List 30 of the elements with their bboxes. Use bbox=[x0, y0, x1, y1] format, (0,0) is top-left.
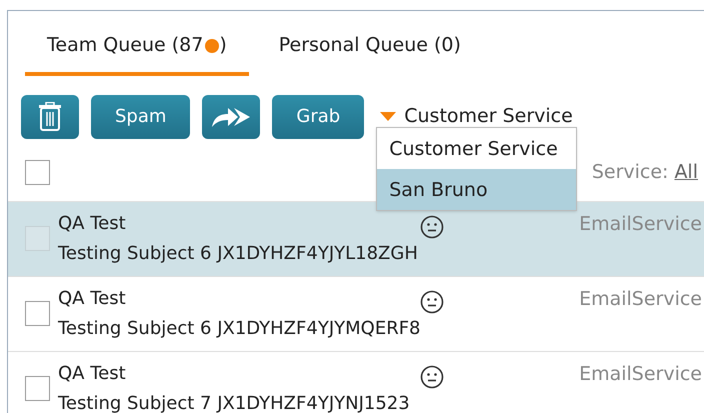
subject-text: Testing Subject 7 JX1DYHZF4YJYNJ1523 bbox=[58, 392, 411, 413]
caret-icon bbox=[380, 112, 396, 122]
neutral-face-icon bbox=[420, 214, 444, 238]
dropdown-option[interactable]: San Bruno bbox=[377, 169, 576, 210]
toolbar-button[interactable]: Grab bbox=[272, 94, 364, 138]
sender-name: QA Test bbox=[58, 212, 127, 236]
trash-icon bbox=[38, 102, 62, 132]
service-text: EmailService bbox=[579, 286, 703, 312]
checkbox[interactable] bbox=[25, 376, 50, 401]
queue-row[interactable]: QA Test Testing Subject 6 JX1DYHZF4YJYL18ZGH EmailService bbox=[8, 200, 704, 276]
queue-row[interactable]: QA Test Testing Subject 7 JX1DYHZF4YJYNJ1523 EmailService bbox=[8, 350, 704, 413]
sender-name: QA Test bbox=[58, 286, 127, 310]
service-label: Service: bbox=[592, 160, 668, 186]
queue-tab[interactable]: Team Queue (87 ) bbox=[25, 31, 249, 76]
forward-button[interactable] bbox=[202, 94, 260, 138]
service-text: EmailService bbox=[579, 212, 703, 236]
dropdown-option[interactable]: Customer Service bbox=[377, 128, 576, 170]
toolbar-button[interactable]: Spam bbox=[91, 94, 190, 138]
neutral-face-icon bbox=[420, 290, 444, 314]
service-filter-link[interactable]: All bbox=[674, 158, 698, 187]
service-dropdown[interactable]: Customer Service bbox=[380, 102, 573, 131]
subject-text: Testing Subject 6 JX1DYHZF4YJYL18ZGH bbox=[58, 242, 419, 266]
neutral-face-icon bbox=[420, 364, 444, 388]
checkbox[interactable] bbox=[25, 160, 50, 185]
queue-tab[interactable]: Personal Queue (0) bbox=[256, 31, 483, 76]
checkbox[interactable] bbox=[25, 301, 50, 326]
service-text: EmailService bbox=[579, 362, 703, 386]
delete-button[interactable] bbox=[21, 94, 79, 138]
sender-name: QA Test bbox=[58, 362, 127, 386]
subject-text: Testing Subject 6 JX1DYHZF4YJYMQERF8 bbox=[58, 316, 420, 340]
